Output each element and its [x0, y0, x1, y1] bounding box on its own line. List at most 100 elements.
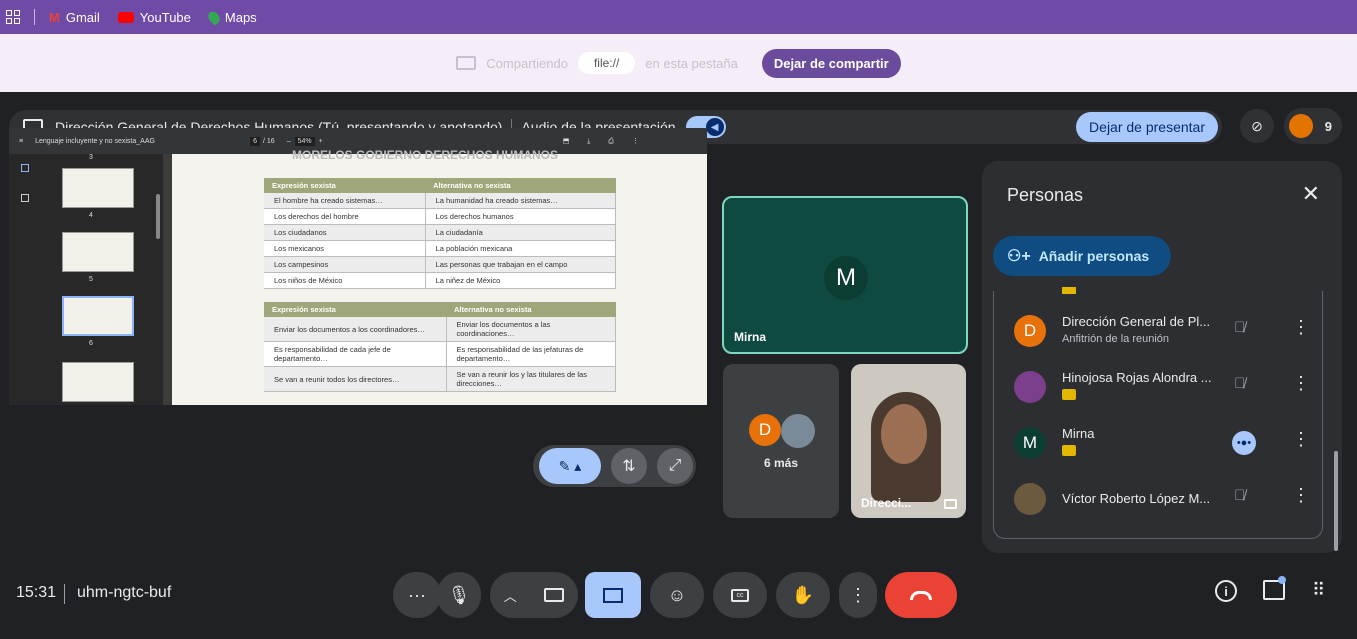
pen-tool-button[interactable]: ✎ ▴: [539, 448, 601, 484]
annotation-toolbar: ✎ ▴ ⇅ ⤢: [531, 443, 698, 489]
more-options-icon[interactable]: ⋮: [1292, 485, 1310, 506]
avatar-photo: [1014, 371, 1046, 403]
captions-button[interactable]: cc: [713, 572, 767, 618]
page-total: / 16: [263, 137, 275, 145]
hide-self-view-button[interactable]: ⊘: [1240, 109, 1274, 143]
pdf-sidebar: 3 4 5 6: [9, 154, 163, 405]
page-thumbnail[interactable]: [62, 232, 134, 272]
bookmark-gmail[interactable]: M Gmail: [49, 10, 100, 25]
list-item[interactable]: Hinojosa Rojas Alondra ... 🎙̸ ⋮: [994, 363, 1324, 413]
participant-tile-mirna[interactable]: M Mirna: [722, 196, 968, 354]
table-header: Expresión sexista: [264, 178, 426, 193]
stop-presenting-button[interactable]: Dejar de presentar: [1076, 112, 1218, 142]
participants-count: 9: [1324, 118, 1332, 134]
table-cell: Los derechos del hombre: [264, 208, 426, 225]
apps-grid-icon[interactable]: [6, 10, 20, 24]
participants-button[interactable]: 9: [1284, 108, 1342, 144]
more-options-button[interactable]: ⋮: [839, 572, 877, 618]
bottom-separator: [64, 584, 65, 604]
thumbnail-view-icon[interactable]: [21, 164, 29, 172]
table-row: Enviar los documentos a los coordinadore…: [264, 317, 616, 342]
activities-icon[interactable]: ⠿: [1312, 580, 1325, 601]
stop-sharing-button[interactable]: Dejar de compartir: [761, 48, 901, 78]
presenting-badge: [1062, 389, 1076, 400]
more-options-icon[interactable]: ⋮: [1292, 429, 1310, 450]
avatar: D: [749, 414, 781, 446]
tile-name: Mirna: [734, 330, 767, 344]
list-item[interactable]: Víctor Roberto López M... 🎙̸ ⋮: [994, 475, 1324, 525]
emoji-button[interactable]: ☺: [650, 572, 704, 618]
dots-icon: ···: [408, 584, 426, 605]
speaking-icon: •●•: [1232, 431, 1256, 455]
swap-vertical-icon: ⇅: [622, 458, 636, 475]
more-count-label: 6 más: [763, 456, 799, 470]
add-person-icon: ⚇+: [1007, 248, 1031, 265]
close-icon[interactable]: ✕: [1302, 181, 1320, 207]
more-participants-tile[interactable]: D 6 más: [723, 364, 839, 518]
table-cell: La humanidad ha creado sistemas…: [425, 193, 617, 209]
avatar: D: [1014, 315, 1046, 347]
table-header: Alternativa no sexista: [446, 302, 616, 317]
camera-options-button[interactable]: ︿: [490, 572, 578, 618]
outline-view-icon[interactable]: [21, 194, 29, 202]
presented-document: ≡ Lenguaje incluyente y no sexista_AAG 6…: [9, 128, 707, 405]
people-list-scrollbar[interactable]: [1334, 451, 1338, 551]
avatar: M: [1014, 427, 1046, 459]
menu-icon[interactable]: ≡: [19, 138, 23, 145]
raise-hand-button[interactable]: ✋: [776, 572, 830, 618]
table-cell: Es responsabilidad de cada jefe de depar…: [264, 341, 447, 367]
page-current[interactable]: 6: [250, 136, 260, 146]
page-thumbnail[interactable]: [62, 168, 134, 208]
table-cell: Enviar los documentos a las coordinacion…: [446, 317, 616, 342]
participants-avatar: [1289, 114, 1313, 138]
page-thumbnail[interactable]: [62, 362, 134, 402]
pdf-title: Lenguaje incluyente y no sexista_AAG: [35, 137, 155, 145]
table-row: El hombre ha creado sistemas… La humanida…: [264, 193, 617, 209]
speaker-icon: ◀: [705, 118, 724, 136]
fullscreen-button[interactable]: ⤢: [657, 448, 693, 484]
microphone-button[interactable]: 🎙: [437, 572, 481, 618]
zoom-in-icon[interactable]: +: [319, 138, 323, 145]
table-header: Alternativa no sexista: [425, 178, 616, 193]
expand-icon: ⤢: [668, 457, 682, 474]
more-reactions-button[interactable]: ···: [393, 572, 441, 618]
present-now-button[interactable]: [585, 572, 641, 618]
pip-icon[interactable]: [944, 499, 957, 509]
more-vert-icon: ⋮: [849, 584, 867, 605]
list-item[interactable]: D Dirección General de Pl... Anfitrión d…: [994, 307, 1324, 357]
list-item[interactable]: M Mirna •●• ⋮: [994, 419, 1324, 469]
table-row: Se van a reunir todos los directores… Se …: [264, 366, 616, 392]
table-row: Los campesinos Las personas que trabajan …: [264, 256, 617, 273]
more-options-icon[interactable]: ⋮: [1292, 317, 1310, 338]
bookmarks-bar: M Gmail YouTube Maps: [0, 0, 1357, 34]
more-options-icon[interactable]: ⋮: [1292, 373, 1310, 394]
sharing-bar: Compartiendo file:// en esta pestaña Dej…: [0, 34, 1357, 92]
pdf-page-header: MORELOS GOBIERNO DERECHOS HUMANOS: [292, 148, 559, 162]
add-people-button[interactable]: ⚇+ Añadir personas: [993, 236, 1171, 276]
leave-call-button[interactable]: [885, 572, 957, 618]
people-panel: Personas ✕ ⚇+ Añadir personas D Direcció…: [982, 161, 1342, 553]
zoom-out-icon[interactable]: –: [287, 138, 291, 145]
meeting-info-icon[interactable]: i: [1215, 580, 1237, 602]
chevron-up-icon: ︿: [503, 588, 517, 604]
thumb-scrollbar[interactable]: [156, 194, 160, 239]
emoji-icon: ☺: [667, 584, 687, 605]
reposition-button[interactable]: ⇅: [611, 448, 647, 484]
zoom-level[interactable]: 54%: [294, 136, 315, 146]
meeting-time: 15:31: [16, 584, 57, 601]
presenting-badge: [1062, 445, 1076, 456]
bookmark-maps[interactable]: Maps: [205, 8, 257, 26]
table-cell: La niñez de México: [425, 272, 617, 289]
chat-notification-dot: [1278, 576, 1286, 584]
pdf-tools-icons[interactable]: ⬒ ⤓ ⎙ ⋮: [563, 137, 647, 146]
table-header: Expresión sexista: [264, 302, 446, 317]
video-off-icon: ⊘: [1251, 117, 1263, 134]
thumb-number: 6: [89, 340, 93, 347]
page-thumbnail-selected[interactable]: [62, 296, 134, 336]
mic-off-icon: 🎙̸: [1234, 319, 1246, 336]
bookmark-youtube[interactable]: YouTube: [117, 10, 191, 25]
meeting-code: uhm-ngtc-buf: [77, 584, 172, 601]
self-video-tile[interactable]: Direcci...: [851, 364, 966, 518]
tile-name: Direcci...: [861, 496, 912, 510]
screen-share-icon: [456, 56, 477, 70]
